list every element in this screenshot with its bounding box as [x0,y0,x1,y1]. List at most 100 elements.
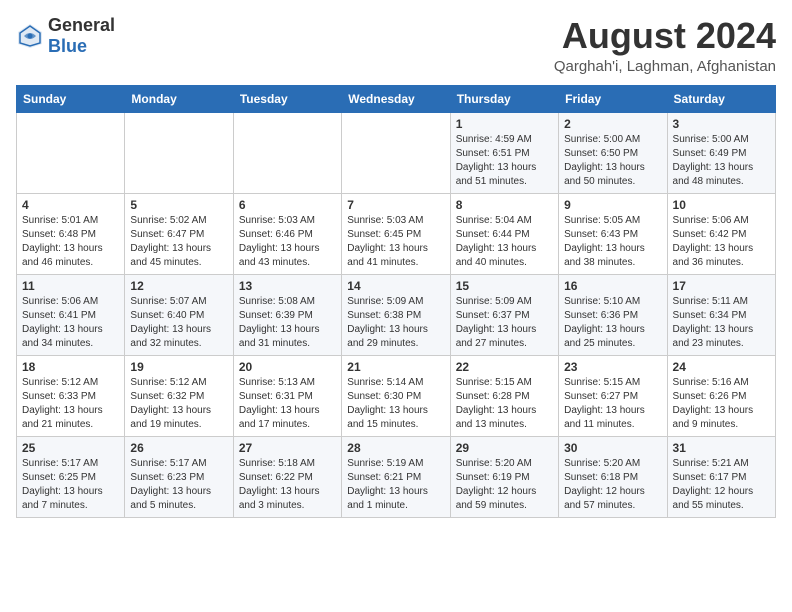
calendar-cell: 2 Sunrise: 5:00 AMSunset: 6:50 PMDaylight… [559,112,667,193]
day-number: 7 [347,198,444,212]
subtitle: Qarghah'i, Laghman, Afghanistan [554,58,776,75]
day-number: 22 [456,360,553,374]
header-day-friday: Friday [559,85,667,112]
header-day-monday: Monday [125,85,233,112]
day-info: Sunrise: 5:08 AMSunset: 6:39 PMDaylight:… [239,295,336,351]
day-number: 18 [22,360,119,374]
calendar-cell: 20Sunrise: 5:13 AMSunset: 6:31 PMDayligh… [233,355,341,436]
day-number: 1 [456,117,553,131]
calendar-cell: 16 Sunrise: 5:10 AMSunset: 6:36 PMDayligh… [559,274,667,355]
day-info: Sunrise: 5:15 AMSunset: 6:28 PMDaylight:… [456,376,553,432]
day-info: Sunrise: 5:06 AMSunset: 6:42 PMDaylight:… [673,214,770,270]
calendar-cell: 10 Sunrise: 5:06 AMSunset: 6:42 PMDayligh… [667,193,775,274]
day-info: Sunrise: 5:07 AMSunset: 6:40 PMDaylight:… [130,295,227,351]
calendar-cell: 13Sunrise: 5:08 AMSunset: 6:39 PMDayligh… [233,274,341,355]
day-info: Sunrise: 5:21 AMSunset: 6:17 PMDaylight:… [673,457,770,513]
day-info: Sunrise: 5:10 AMSunset: 6:36 PMDaylight:… [564,295,661,351]
calendar-cell: 19 Sunrise: 5:12 AMSunset: 6:32 PMDayligh… [125,355,233,436]
day-info: Sunrise: 5:05 AMSunset: 6:43 PMDaylight:… [564,214,661,270]
calendar-cell: 18 Sunrise: 5:12 AMSunset: 6:33 PMDayligh… [17,355,125,436]
calendar-cell: 9 Sunrise: 5:05 AMSunset: 6:43 PMDaylight… [559,193,667,274]
calendar-week-2: 4Sunrise: 5:01 AMSunset: 6:48 PMDaylight… [17,193,776,274]
calendar-cell [125,112,233,193]
calendar-cell: 23Sunrise: 5:15 AMSunset: 6:27 PMDayligh… [559,355,667,436]
logo-text-general: General [48,16,115,36]
header-day-thursday: Thursday [450,85,558,112]
day-info: Sunrise: 5:14 AMSunset: 6:30 PMDaylight:… [347,376,444,432]
day-number: 23 [564,360,661,374]
day-number: 6 [239,198,336,212]
day-info: Sunrise: 5:09 AMSunset: 6:38 PMDaylight:… [347,295,444,351]
day-info: Sunrise: 5:19 AMSunset: 6:21 PMDaylight:… [347,457,444,513]
calendar-cell: 21 Sunrise: 5:14 AMSunset: 6:30 PMDayligh… [342,355,450,436]
day-info: Sunrise: 4:59 AMSunset: 6:51 PMDaylight:… [456,133,553,189]
calendar-header: SundayMondayTuesdayWednesdayThursdayFrid… [17,85,776,112]
header-day-wednesday: Wednesday [342,85,450,112]
calendar-cell: 11 Sunrise: 5:06 AMSunset: 6:41 PMDayligh… [17,274,125,355]
day-info: Sunrise: 5:06 AMSunset: 6:41 PMDaylight:… [22,295,119,351]
calendar-cell: 3 Sunrise: 5:00 AMSunset: 6:49 PMDaylight… [667,112,775,193]
day-info: Sunrise: 5:20 AMSunset: 6:18 PMDaylight:… [564,457,661,513]
day-number: 20 [239,360,336,374]
day-info: Sunrise: 5:17 AMSunset: 6:23 PMDaylight:… [130,457,227,513]
calendar-cell: 29Sunrise: 5:20 AMSunset: 6:19 PMDayligh… [450,436,558,517]
day-info: Sunrise: 5:18 AMSunset: 6:22 PMDaylight:… [239,457,336,513]
day-info: Sunrise: 5:04 AMSunset: 6:44 PMDaylight:… [456,214,553,270]
calendar-cell: 8 Sunrise: 5:04 AMSunset: 6:44 PMDaylight… [450,193,558,274]
calendar-cell: 5Sunrise: 5:02 AMSunset: 6:47 PMDaylight… [125,193,233,274]
day-number: 15 [456,279,553,293]
day-info: Sunrise: 5:12 AMSunset: 6:32 PMDaylight:… [130,376,227,432]
calendar-cell: 26 Sunrise: 5:17 AMSunset: 6:23 PMDayligh… [125,436,233,517]
calendar-cell [233,112,341,193]
day-number: 4 [22,198,119,212]
logo-icon [16,22,44,50]
calendar-week-3: 11 Sunrise: 5:06 AMSunset: 6:41 PMDayligh… [17,274,776,355]
header-row: SundayMondayTuesdayWednesdayThursdayFrid… [17,85,776,112]
day-number: 29 [456,441,553,455]
day-info: Sunrise: 5:12 AMSunset: 6:33 PMDaylight:… [22,376,119,432]
day-info: Sunrise: 5:03 AMSunset: 6:45 PMDaylight:… [347,214,444,270]
calendar-table: SundayMondayTuesdayWednesdayThursdayFrid… [16,85,776,518]
calendar-cell: 30 Sunrise: 5:20 AMSunset: 6:18 PMDayligh… [559,436,667,517]
day-info: Sunrise: 5:03 AMSunset: 6:46 PMDaylight:… [239,214,336,270]
calendar-week-5: 25Sunrise: 5:17 AMSunset: 6:25 PMDayligh… [17,436,776,517]
day-number: 17 [673,279,770,293]
calendar-cell: 14 Sunrise: 5:09 AMSunset: 6:38 PMDayligh… [342,274,450,355]
title-block: August 2024 Qarghah'i, Laghman, Afghanis… [554,16,776,75]
logo-text-blue: Blue [48,36,87,56]
day-info: Sunrise: 5:09 AMSunset: 6:37 PMDaylight:… [456,295,553,351]
logo-text: General Blue [48,16,115,57]
calendar-cell: 22 Sunrise: 5:15 AMSunset: 6:28 PMDayligh… [450,355,558,436]
calendar-cell: 27Sunrise: 5:18 AMSunset: 6:22 PMDayligh… [233,436,341,517]
day-number: 9 [564,198,661,212]
day-info: Sunrise: 5:00 AMSunset: 6:50 PMDaylight:… [564,133,661,189]
day-number: 19 [130,360,227,374]
day-number: 10 [673,198,770,212]
day-number: 14 [347,279,444,293]
calendar-cell: 1 Sunrise: 4:59 AMSunset: 6:51 PMDaylight… [450,112,558,193]
main-title: August 2024 [554,16,776,56]
calendar-cell [342,112,450,193]
day-number: 11 [22,279,119,293]
calendar-cell: 28Sunrise: 5:19 AMSunset: 6:21 PMDayligh… [342,436,450,517]
header-day-sunday: Sunday [17,85,125,112]
calendar-week-4: 18 Sunrise: 5:12 AMSunset: 6:33 PMDayligh… [17,355,776,436]
calendar-cell: 6 Sunrise: 5:03 AMSunset: 6:46 PMDaylight… [233,193,341,274]
page-container: General Blue August 2024 Qarghah'i, Lagh… [16,16,776,518]
day-number: 21 [347,360,444,374]
day-number: 3 [673,117,770,131]
day-number: 30 [564,441,661,455]
day-number: 24 [673,360,770,374]
day-number: 26 [130,441,227,455]
day-info: Sunrise: 5:11 AMSunset: 6:34 PMDaylight:… [673,295,770,351]
day-number: 8 [456,198,553,212]
calendar-week-1: 1 Sunrise: 4:59 AMSunset: 6:51 PMDaylight… [17,112,776,193]
calendar-cell: 25Sunrise: 5:17 AMSunset: 6:25 PMDayligh… [17,436,125,517]
day-number: 16 [564,279,661,293]
calendar-body: 1 Sunrise: 4:59 AMSunset: 6:51 PMDaylight… [17,112,776,517]
calendar-cell: 17 Sunrise: 5:11 AMSunset: 6:34 PMDayligh… [667,274,775,355]
calendar-cell: 4Sunrise: 5:01 AMSunset: 6:48 PMDaylight… [17,193,125,274]
day-number: 2 [564,117,661,131]
day-info: Sunrise: 5:00 AMSunset: 6:49 PMDaylight:… [673,133,770,189]
calendar-cell [17,112,125,193]
